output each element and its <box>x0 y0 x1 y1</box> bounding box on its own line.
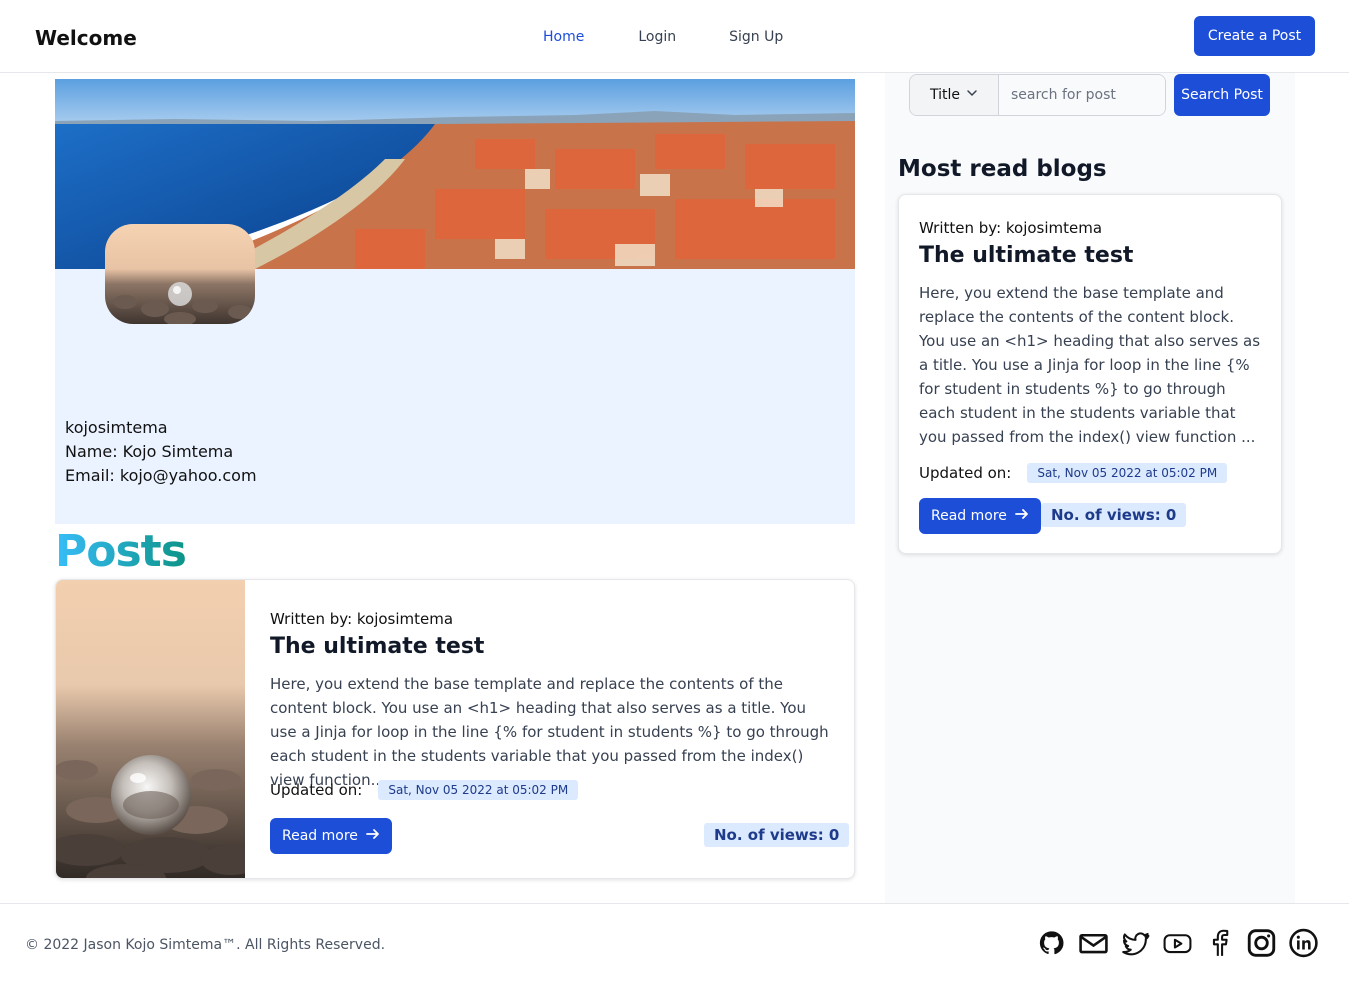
post-author: Written by: kojosimtema <box>270 610 454 628</box>
post-thumbnail[interactable] <box>56 580 245 878</box>
profile-name: Name: Kojo Simtema <box>65 442 234 461</box>
side-post-updated-label: Updated on: <box>919 464 1012 482</box>
read-more-button[interactable]: Read more <box>270 818 392 854</box>
instagram-icon[interactable] <box>1246 926 1277 960</box>
read-more-label: Read more <box>282 828 358 844</box>
arrow-right-icon <box>366 827 380 845</box>
side-read-more-label: Read more <box>931 508 1007 524</box>
nav-link-login[interactable]: Login <box>638 29 676 45</box>
profile-info: kojosimtema Name: Kojo Simtema Email: ko… <box>65 416 257 488</box>
chevron-down-icon <box>966 87 978 103</box>
youtube-icon[interactable] <box>1162 926 1193 960</box>
avatar <box>105 224 255 324</box>
side-post-title[interactable]: The ultimate test <box>919 243 1133 268</box>
most-read-card: Written by: kojosimtema The ultimate tes… <box>898 194 1282 554</box>
profile-email: Email: kojo@yahoo.com <box>65 466 257 485</box>
nav-links: Home Login Sign Up <box>543 29 783 45</box>
search-bar: Title <box>909 74 1166 116</box>
side-post-date-badge: Sat, Nov 05 2022 at 05:02 PM <box>1027 463 1228 483</box>
post-updated-row: Updated on: Sat, Nov 05 2022 at 05:02 PM <box>270 780 579 800</box>
copyright-text: © 2022 Jason Kojo Simtema™. All Rights R… <box>25 937 386 953</box>
search-select-value: Title <box>929 87 960 103</box>
most-read-heading: Most read blogs <box>898 156 1107 182</box>
linkedin-icon[interactable] <box>1288 926 1319 960</box>
side-post-author: Written by: kojosimtema <box>919 219 1103 237</box>
twitter-icon[interactable] <box>1120 926 1151 960</box>
search-input[interactable] <box>999 75 1165 115</box>
profile-username: kojosimtema <box>65 418 168 437</box>
search-button[interactable]: Search Post <box>1174 74 1270 116</box>
nav-link-signup[interactable]: Sign Up <box>729 29 783 45</box>
footer: © 2022 Jason Kojo Simtema™. All Rights R… <box>0 903 1349 982</box>
arrow-right-icon <box>1015 507 1029 525</box>
post-updated-label: Updated on: <box>270 781 363 799</box>
side-views-badge: No. of views: 0 <box>1041 503 1187 527</box>
posts-heading: Posts <box>55 524 187 580</box>
post-excerpt: Here, you extend the base template and r… <box>270 675 829 789</box>
post-card: Written by: kojosimtema The ultimate tes… <box>55 579 855 879</box>
post-title[interactable]: The ultimate test <box>270 634 484 659</box>
facebook-icon[interactable] <box>1204 926 1235 960</box>
navbar: Welcome Home Login Sign Up Create a Post <box>0 0 1349 73</box>
post-date-badge: Sat, Nov 05 2022 at 05:02 PM <box>378 780 579 800</box>
search-field-select[interactable]: Title <box>910 75 999 115</box>
nav-link-home[interactable]: Home <box>543 29 584 45</box>
mail-icon[interactable] <box>1078 926 1109 960</box>
brand-title[interactable]: Welcome <box>35 26 137 50</box>
side-read-more-button[interactable]: Read more <box>919 498 1041 534</box>
views-badge: No. of views: 0 <box>704 823 850 847</box>
create-post-button[interactable]: Create a Post <box>1194 16 1315 56</box>
github-icon[interactable] <box>1036 926 1067 960</box>
side-post-excerpt: Here, you extend the base template and r… <box>919 284 1261 446</box>
social-links <box>1036 926 1319 960</box>
side-post-updated-row: Updated on: Sat, Nov 05 2022 at 05:02 PM <box>919 463 1228 483</box>
